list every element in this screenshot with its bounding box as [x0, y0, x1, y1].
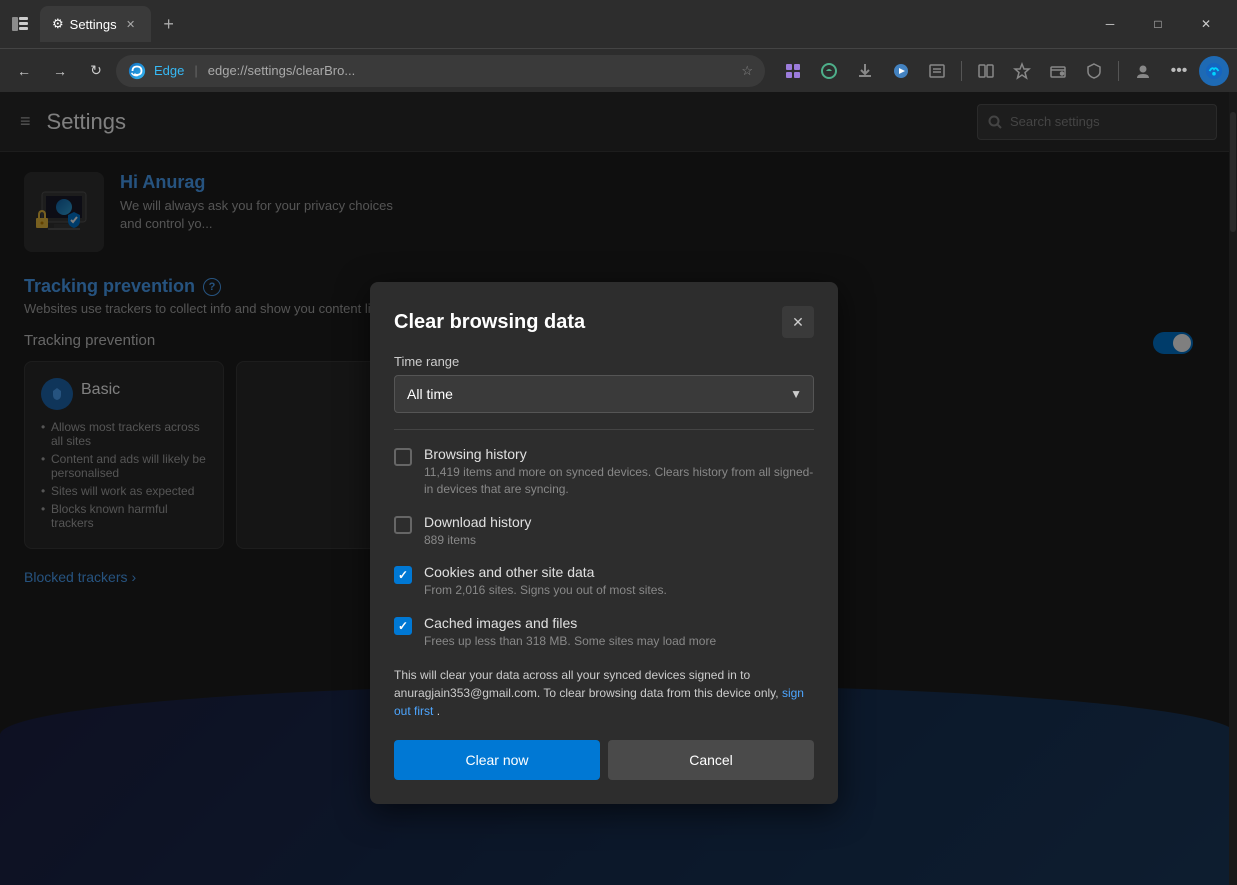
dialog-close-button[interactable]: ✕: [782, 306, 814, 338]
download-history-checkbox[interactable]: [394, 516, 412, 534]
more-options-icon[interactable]: •••: [1163, 55, 1195, 87]
title-bar: ⚙ Settings ✕ + ─ □ ✕: [0, 0, 1237, 48]
time-range-wrapper: Last hour Last 24 hours Last 7 days Last…: [394, 375, 814, 413]
cookies-item: Cookies and other site data From 2,016 s…: [394, 564, 814, 599]
browser-frame: ⚙ Settings ✕ + ─ □ ✕ ← → ↻: [0, 0, 1237, 885]
tab-title: Settings: [70, 17, 117, 32]
maximize-button[interactable]: □: [1135, 8, 1181, 40]
window-controls: ─ □ ✕: [1087, 8, 1229, 40]
profile-icon[interactable]: [1127, 55, 1159, 87]
download-history-item: Download history 889 items: [394, 514, 814, 549]
time-range-label: Time range: [394, 354, 814, 369]
browsing-history-checkbox[interactable]: [394, 448, 412, 466]
download-history-label: Download history 889 items: [424, 514, 814, 549]
clear-now-button[interactable]: Clear now: [394, 740, 600, 780]
sync-notice-text: This will clear your data across all you…: [394, 668, 779, 700]
dialog-divider: [394, 429, 814, 430]
cancel-button[interactable]: Cancel: [608, 740, 814, 780]
forward-button[interactable]: →: [44, 55, 76, 87]
download-icon[interactable]: [849, 55, 881, 87]
browsing-history-desc: 11,419 items and more on synced devices.…: [424, 464, 814, 498]
cached-images-title: Cached images and files: [424, 615, 814, 631]
new-tab-button[interactable]: +: [155, 10, 183, 38]
tab-favicon: ⚙: [52, 16, 64, 32]
play-icon[interactable]: [885, 55, 917, 87]
cookies-title: Cookies and other site data: [424, 564, 814, 580]
collections-icon[interactable]: [921, 55, 953, 87]
cookies-checkbox-wrapper[interactable]: [394, 566, 412, 584]
nav-bar: ← → ↻ Edge | edge://settings/clearBro...…: [0, 48, 1237, 92]
edge-logo-icon: [128, 62, 146, 80]
address-url: edge://settings/clearBro...: [208, 63, 355, 78]
cached-images-checkbox-wrapper[interactable]: [394, 617, 412, 635]
cached-images-item: Cached images and files Frees up less th…: [394, 615, 814, 650]
browsing-history-item: Browsing history 11,419 items and more o…: [394, 446, 814, 498]
toolbar-divider2: [1118, 61, 1119, 81]
favorites-icon[interactable]: [1006, 55, 1038, 87]
copilot-icon[interactable]: [813, 55, 845, 87]
toolbar-icons: •••: [777, 55, 1229, 87]
cookies-desc: From 2,016 sites. Signs you out of most …: [424, 582, 814, 599]
clear-browsing-data-dialog: Clear browsing data ✕ Time range Last ho…: [370, 282, 838, 804]
close-button[interactable]: ✕: [1183, 8, 1229, 40]
toolbar-divider: [961, 61, 962, 81]
refresh-button[interactable]: ↻: [80, 55, 112, 87]
favorite-icon[interactable]: ☆: [741, 63, 753, 79]
sync-notice-period: .: [437, 704, 440, 718]
active-tab[interactable]: ⚙ Settings ✕: [40, 6, 151, 42]
dialog-header: Clear browsing data ✕: [394, 306, 814, 338]
wallet-icon[interactable]: [1042, 55, 1074, 87]
browsing-history-title: Browsing history: [424, 446, 814, 462]
cached-images-checkbox[interactable]: [394, 617, 412, 635]
dialog-actions: Clear now Cancel: [394, 740, 814, 780]
browsing-history-checkbox-wrapper[interactable]: [394, 448, 412, 466]
download-history-title: Download history: [424, 514, 814, 530]
cached-images-desc: Frees up less than 318 MB. Some sites ma…: [424, 633, 814, 650]
back-button[interactable]: ←: [8, 55, 40, 87]
tab-close-button[interactable]: ✕: [123, 16, 139, 32]
tab-bar: ⚙ Settings ✕ +: [8, 6, 1079, 42]
browsing-history-label: Browsing history 11,419 items and more o…: [424, 446, 814, 498]
cookies-label: Cookies and other site data From 2,016 s…: [424, 564, 814, 599]
settings-page: ≡ Settings Search settings: [0, 92, 1237, 885]
minimize-button[interactable]: ─: [1087, 8, 1133, 40]
extensions-icon[interactable]: [777, 55, 809, 87]
sync-notice: This will clear your data across all you…: [394, 666, 814, 720]
bing-copilot-icon[interactable]: [1199, 56, 1229, 86]
time-range-select[interactable]: Last hour Last 24 hours Last 7 days Last…: [394, 375, 814, 413]
split-screen-icon[interactable]: [970, 55, 1002, 87]
browser-guard-icon[interactable]: [1078, 55, 1110, 87]
download-history-desc: 889 items: [424, 532, 814, 549]
dialog-title: Clear browsing data: [394, 311, 585, 334]
download-history-checkbox-wrapper[interactable]: [394, 516, 412, 534]
cookies-checkbox[interactable]: [394, 566, 412, 584]
cached-images-label: Cached images and files Frees up less th…: [424, 615, 814, 650]
address-separator: |: [194, 63, 197, 78]
sidebar-toggle-icon[interactable]: [8, 12, 32, 36]
address-bar[interactable]: Edge | edge://settings/clearBro... ☆: [116, 55, 765, 87]
edge-label: Edge: [154, 63, 184, 78]
